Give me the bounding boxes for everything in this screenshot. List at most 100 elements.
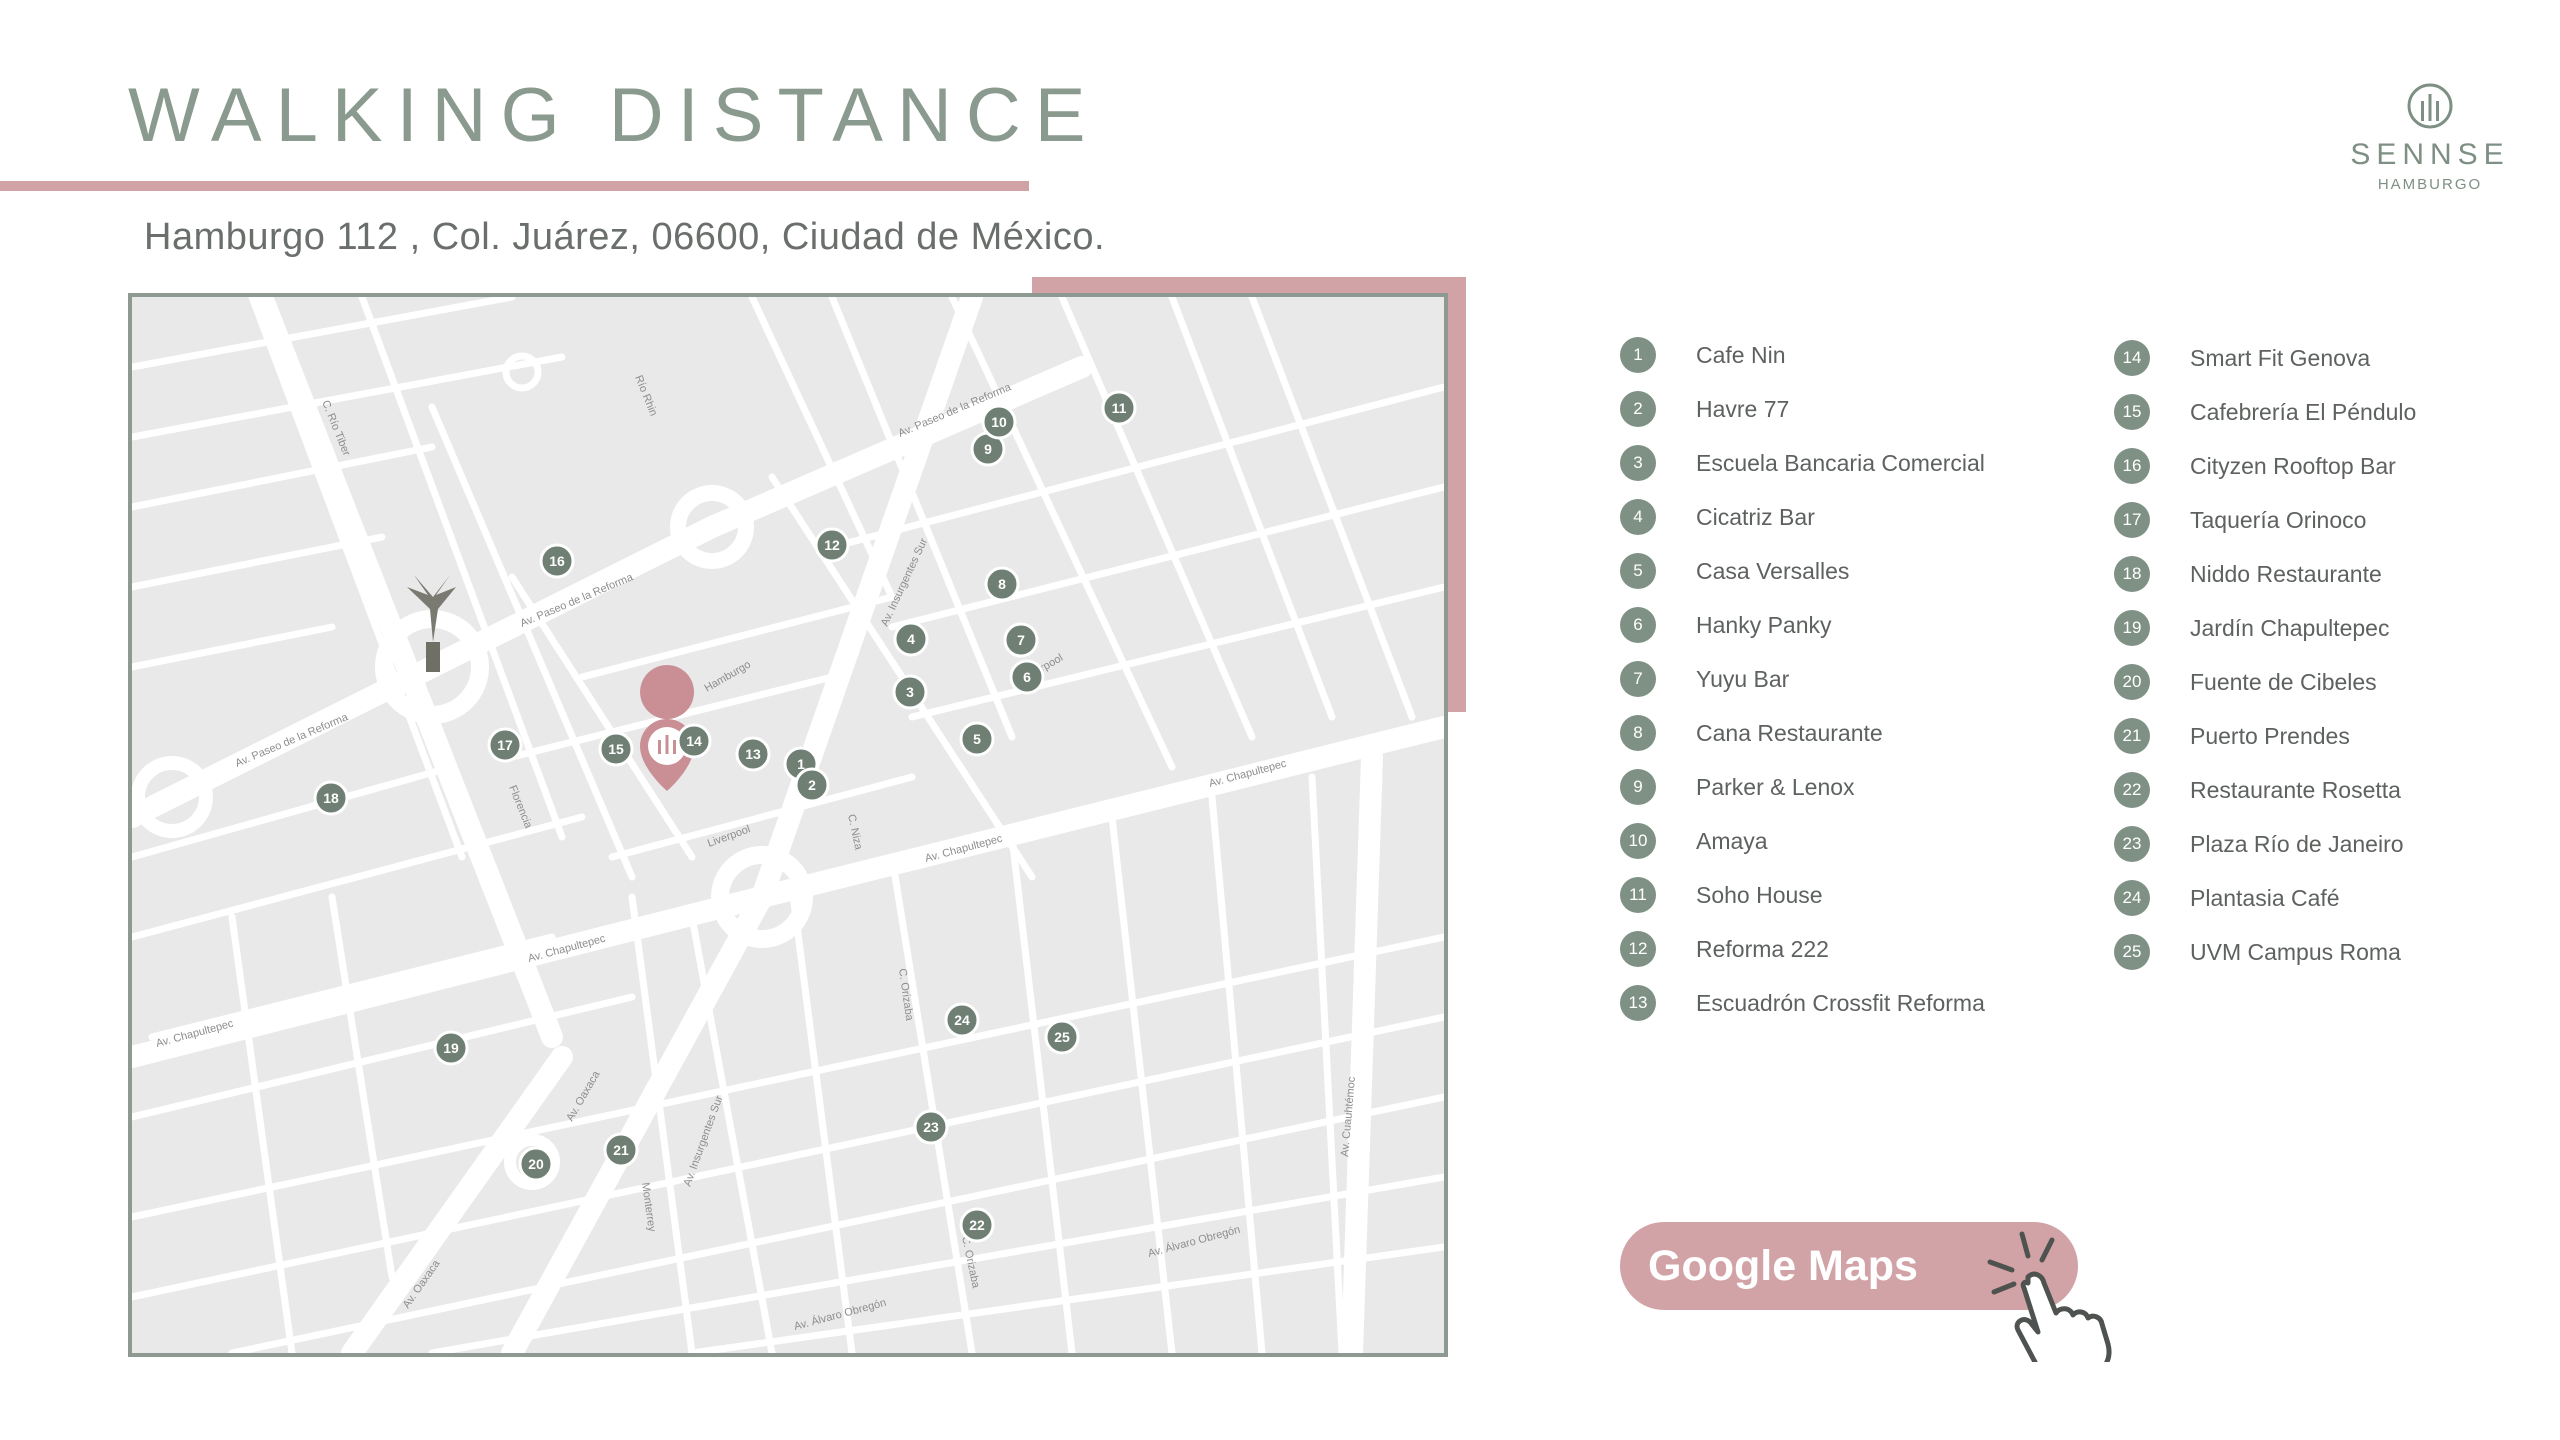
map-pin-label: 8 [998, 576, 1006, 592]
map-canvas: C. Río Tiber Río Rhin Av. Paseo de la Re… [132, 297, 1444, 1353]
map-pin[interactable]: 14 [676, 723, 712, 759]
legend-item: 11 Soho House [1620, 868, 1985, 922]
legend-item: 1 Cafe Nin [1620, 328, 1985, 382]
pointing-hand-click-icon[interactable] [1976, 1222, 2126, 1362]
map-pin[interactable]: 23 [913, 1109, 949, 1145]
map-pin[interactable]: 2 [794, 767, 830, 803]
map-pin[interactable]: 10 [981, 404, 1017, 440]
map-pin-label: 13 [745, 746, 761, 762]
legend-item: 24 Plantasia Café [2114, 871, 2416, 925]
map-pin[interactable]: 3 [892, 674, 928, 710]
map-pin-label: 23 [923, 1119, 939, 1135]
street-label: Av. Paseo de la Reforma [518, 571, 635, 630]
legend-place-name: Plaza Río de Janeiro [2190, 830, 2404, 857]
legend-place-name: Cityzen Rooftop Bar [2190, 452, 2396, 479]
legend-number-badge: 13 [1620, 985, 1656, 1021]
legend-place-name: Cafe Nin [1696, 341, 1786, 368]
legend-place-name: Fuente de Cibeles [2190, 668, 2377, 695]
map-pin[interactable]: 21 [603, 1132, 639, 1168]
map-pin-label: 3 [906, 684, 914, 700]
legend-number-badge: 14 [2114, 340, 2150, 376]
legend-place-name: Niddo Restaurante [2190, 560, 2382, 587]
map-pin[interactable]: 19 [433, 1030, 469, 1066]
map-pin-label: 11 [1112, 400, 1127, 416]
legend-place-name: Yuyu Bar [1696, 665, 1790, 692]
legend-number-badge: 10 [1620, 823, 1656, 859]
legend-place-name: Cafebrería El Péndulo [2190, 398, 2417, 425]
brand-logo: SENNSE HAMBURGO [2340, 82, 2520, 193]
legend-number-badge: 8 [1620, 715, 1656, 751]
legend-item: 18 Niddo Restaurante [2114, 547, 2416, 601]
area-map[interactable]: C. Río Tiber Río Rhin Av. Paseo de la Re… [128, 293, 1448, 1357]
legend-item: 17 Taquería Orinoco [2114, 493, 2416, 547]
legend-item: 6 Hanky Panky [1620, 598, 1985, 652]
legend-item: 13 Escuadrón Crossfit Reforma [1620, 976, 1985, 1030]
title-underline [0, 181, 1029, 191]
legend-place-name: Havre 77 [1696, 395, 1790, 422]
legend-number-badge: 6 [1620, 607, 1656, 643]
legend-place-name: Amaya [1696, 827, 1768, 854]
legend-number-badge: 2 [1620, 391, 1656, 427]
map-pin[interactable]: 15 [598, 731, 634, 767]
map-pin-label: 4 [907, 631, 915, 647]
map-pin-label: 10 [991, 414, 1007, 430]
map-pin-label: 18 [323, 790, 339, 806]
legend-place-name: Taquería Orinoco [2190, 506, 2367, 533]
map-pin[interactable]: 22 [959, 1207, 995, 1243]
map-pin-label: 19 [443, 1040, 459, 1056]
map-pin[interactable]: 4 [893, 621, 929, 657]
legend-item: 9 Parker & Lenox [1620, 760, 1985, 814]
street-label: Monterrey [639, 1182, 658, 1233]
legend-item: 14 Smart Fit Genova [2114, 331, 2416, 385]
legend-place-name: Jardín Chapultepec [2190, 614, 2390, 641]
legend-item: 20 Fuente de Cibeles [2114, 655, 2416, 709]
legend-number-badge: 17 [2114, 502, 2150, 538]
legend-item: 19 Jardín Chapultepec [2114, 601, 2416, 655]
map-pin[interactable]: 24 [944, 1002, 980, 1038]
legend-number-badge: 19 [2114, 610, 2150, 646]
legend-item: 25 UVM Campus Roma [2114, 925, 2416, 979]
map-pin-label: 12 [824, 537, 840, 553]
map-pin[interactable]: 17 [487, 727, 523, 763]
legend-number-badge: 7 [1620, 661, 1656, 697]
map-pin[interactable]: 7 [1003, 622, 1039, 658]
map-pin-label: 22 [969, 1217, 985, 1233]
map-pin[interactable]: 5 [959, 721, 995, 757]
legend-place-name: Cicatriz Bar [1696, 503, 1815, 530]
brand-name: SENNSE [2350, 138, 2510, 171]
legend-place-name: Restaurante Rosetta [2190, 776, 2401, 803]
map-pin[interactable]: 6 [1009, 659, 1045, 695]
legend-number-badge: 12 [1620, 931, 1656, 967]
legend-item: 15 Cafebrería El Péndulo [2114, 385, 2416, 439]
legend-number-badge: 23 [2114, 826, 2150, 862]
legend-number-badge: 15 [2114, 394, 2150, 430]
legend-place-name: Casa Versalles [1696, 557, 1850, 584]
legend-number-badge: 24 [2114, 880, 2150, 916]
legend-place-name: Smart Fit Genova [2190, 344, 2371, 371]
legend-number-badge: 22 [2114, 772, 2150, 808]
map-pin[interactable]: 16 [539, 543, 575, 579]
brand-subtitle: HAMBURGO [2377, 176, 2483, 193]
street-label: Hamburgo [703, 659, 753, 695]
places-list-right: 14 Smart Fit Genova 15 Cafebrería El Péndul… [2114, 331, 2416, 979]
legend-item: 16 Cityzen Rooftop Bar [2114, 439, 2416, 493]
legend-place-name: Plantasia Café [2190, 884, 2340, 911]
map-pin[interactable]: 20 [518, 1146, 554, 1182]
legend-item: 5 Casa Versalles [1620, 544, 1985, 598]
legend-item: 3 Escuela Bancaria Comercial [1620, 436, 1985, 490]
legend-item: 7 Yuyu Bar [1620, 652, 1985, 706]
map-pin[interactable]: 11 [1101, 390, 1137, 426]
legend-item: 10 Amaya [1620, 814, 1985, 868]
legend-number-badge: 9 [1620, 769, 1656, 805]
map-pin-label: 15 [608, 741, 624, 757]
map-pin[interactable]: 25 [1044, 1019, 1080, 1055]
legend-number-badge: 4 [1620, 499, 1656, 535]
map-pin[interactable]: 8 [984, 566, 1020, 602]
map-pin-label: 7 [1017, 632, 1025, 648]
address-text: Hamburgo 112 , Col. Juárez, 06600, Ciuda… [144, 216, 1106, 258]
legend-item: 22 Restaurante Rosetta [2114, 763, 2416, 817]
map-pin[interactable]: 12 [814, 527, 850, 563]
map-pin-label: 17 [497, 737, 513, 753]
map-pin[interactable]: 18 [313, 780, 349, 816]
map-pin[interactable]: 13 [735, 736, 771, 772]
